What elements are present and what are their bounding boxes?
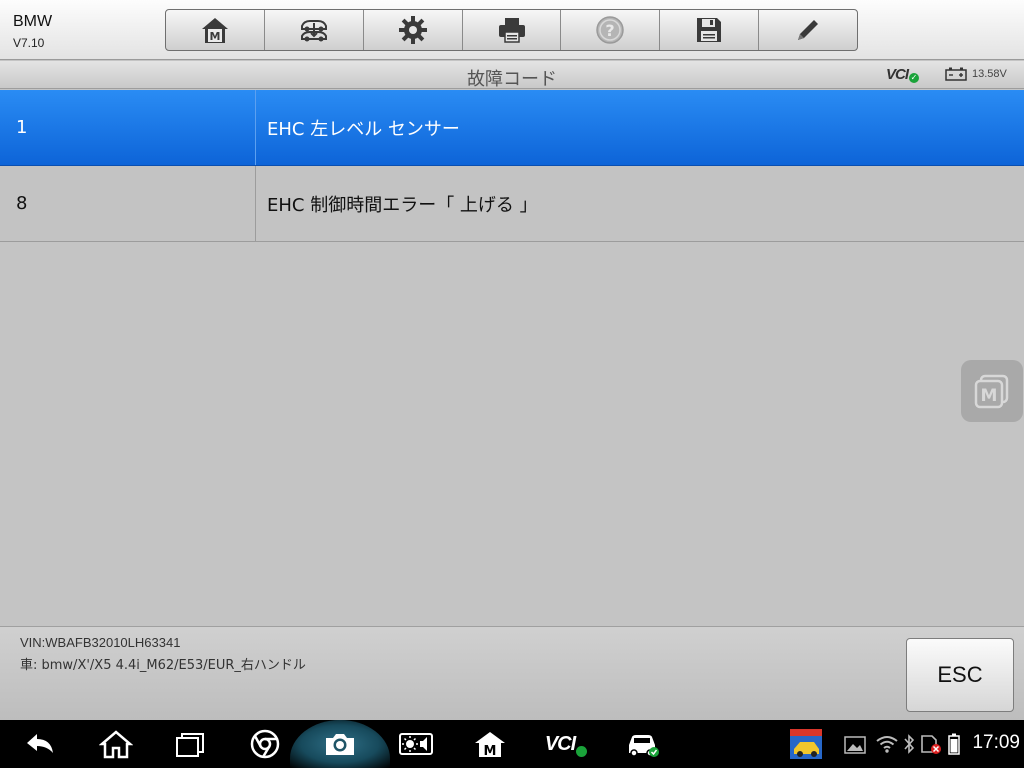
vehicle-swap-button[interactable] <box>265 10 364 50</box>
page-title: 故障コード <box>467 69 557 90</box>
vin-text: VIN:WBAFB32010LH63341 <box>20 635 181 650</box>
vci-connected-check-icon: ✓ <box>909 72 920 83</box>
vci-connected-check-icon <box>576 745 588 757</box>
edit-button[interactable] <box>759 10 857 50</box>
no-sim-icon <box>921 735 941 754</box>
save-button[interactable] <box>660 10 760 50</box>
dtc-table: 1 EHC 左レベル センサー 8 EHC 制御時間エラー「 上げる 」 <box>0 90 1024 242</box>
svg-text:?: ? <box>606 21 615 40</box>
clock: 17:09 <box>972 732 1020 753</box>
main-toolbar: M ? <box>165 9 858 51</box>
footer-bar: VIN:WBAFB32010LH63341 車: bmw/X'/X5 4.4i_… <box>0 626 1024 720</box>
battery-status: 13.58V <box>945 67 1007 81</box>
save-icon <box>697 18 722 42</box>
dtc-description: EHC 左レベル センサー <box>267 118 460 140</box>
screenshot-button[interactable] <box>320 720 360 768</box>
dtc-row[interactable]: 8 EHC 制御時間エラー「 上げる 」 <box>0 166 1024 242</box>
gear-icon <box>398 16 427 44</box>
back-arrow-icon <box>27 734 53 753</box>
vehicle-status-button[interactable] <box>622 720 664 768</box>
help-icon: ? <box>596 16 625 44</box>
home-nav-button[interactable] <box>96 720 136 768</box>
maxisys-m-icon: M <box>475 732 505 759</box>
recent-apps-icon <box>176 733 204 757</box>
dtc-description: EHC 制御時間エラー「 上げる 」 <box>267 194 538 216</box>
help-button[interactable]: ? <box>561 10 661 50</box>
home-button[interactable]: M <box>166 10 265 50</box>
car-check-icon <box>629 735 659 757</box>
bluetooth-icon <box>904 734 915 754</box>
app-version: V7.10 <box>13 36 45 50</box>
floating-maxisys-button[interactable]: M <box>961 360 1023 422</box>
svg-text:M: M <box>981 386 998 406</box>
dtc-code: 8 <box>0 166 256 241</box>
vehicle-info: 車: bmw/X'/X5 4.4i_M62/E53/EUR_右ハンドル <box>20 658 306 673</box>
vehicle-swap-icon <box>300 20 327 42</box>
nav-vci-label: VCI <box>544 732 576 755</box>
title-bar: 故障コード VCI ✓ 13.58V <box>0 61 1024 90</box>
top-bar: BMW V7.10 M ? <box>0 0 1024 60</box>
maxisys-home-button[interactable]: M <box>470 720 510 768</box>
autel-app-notification-icon <box>790 729 822 759</box>
brightness-volume-button[interactable] <box>395 720 437 768</box>
battery-voltage: 13.58V <box>972 68 1007 80</box>
recent-apps-button[interactable] <box>170 720 210 768</box>
settings-button[interactable] <box>364 10 463 50</box>
camera-icon <box>326 734 354 755</box>
chrome-icon <box>250 729 280 759</box>
battery-icon <box>948 733 960 755</box>
printer-icon <box>498 18 525 43</box>
gallery-notification-icon <box>844 736 866 754</box>
esc-button[interactable]: ESC <box>906 638 1014 712</box>
brightness-volume-icon <box>399 733 433 755</box>
dtc-code: 1 <box>0 90 256 165</box>
vci-manager-button[interactable]: VCI <box>540 720 592 768</box>
browser-button[interactable] <box>245 720 285 768</box>
system-status-area: 17:09 <box>790 720 1024 768</box>
vci-label: VCI <box>886 66 909 83</box>
svg-text:M: M <box>484 744 497 759</box>
home-m-icon: M <box>201 18 228 43</box>
back-button[interactable] <box>20 720 60 768</box>
maxisys-m-icon: M <box>974 374 1009 409</box>
wifi-icon <box>876 736 898 753</box>
android-nav-bar: M VCI 17:09 <box>0 720 1024 768</box>
dtc-row[interactable]: 1 EHC 左レベル センサー <box>0 90 1024 166</box>
print-button[interactable] <box>463 10 562 50</box>
home-icon <box>99 730 133 759</box>
app-name: BMW <box>13 13 53 30</box>
pencil-icon <box>798 20 819 40</box>
svg-text:M: M <box>209 30 220 43</box>
car-battery-icon <box>945 67 967 81</box>
vci-status: VCI ✓ <box>886 66 920 83</box>
